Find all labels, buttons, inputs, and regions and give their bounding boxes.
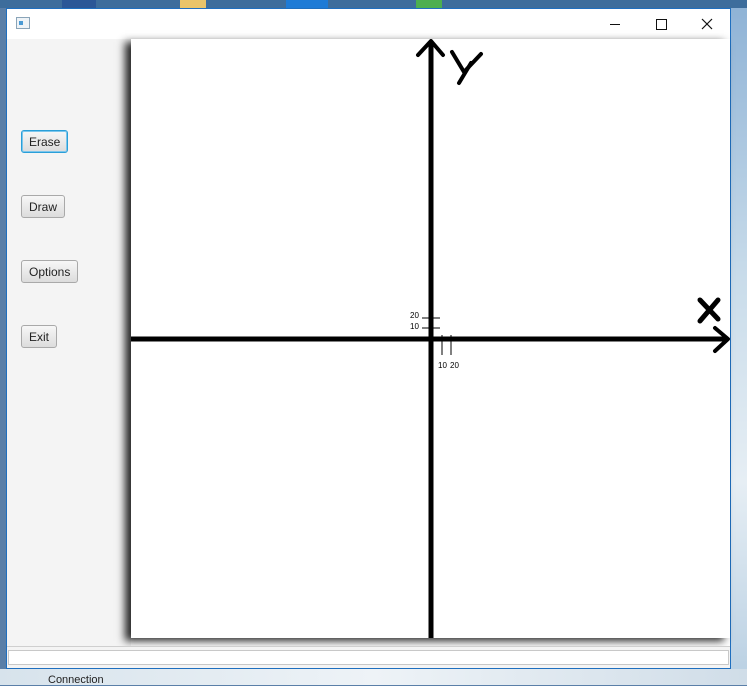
desktop-word-icon xyxy=(62,0,96,8)
maximize-icon xyxy=(655,18,667,30)
exit-button[interactable]: Exit xyxy=(21,325,58,348)
drawing-canvas[interactable]: X Y 10 20 10 20 xyxy=(131,39,730,638)
desktop-app2-icon xyxy=(416,0,442,8)
x-tick-label-20: 20 xyxy=(450,361,459,370)
desktop-background-bottom xyxy=(0,669,747,685)
sidebar: Erase Draw Options Exit xyxy=(7,39,131,646)
y-axis-letter xyxy=(450,50,483,85)
maximize-button[interactable] xyxy=(638,9,684,39)
desktop-background xyxy=(0,0,747,8)
minimize-button[interactable] xyxy=(592,9,638,39)
x-tick-label-10: 10 xyxy=(438,361,447,370)
app-icon[interactable] xyxy=(16,17,30,29)
graph-svg: X Y 10 20 10 20 xyxy=(131,39,730,638)
desktop-background-right xyxy=(731,8,747,685)
status-field[interactable] xyxy=(8,650,729,665)
app-window: Erase Draw Options Exit X Y 10 20 10 20 xyxy=(6,8,731,669)
close-button[interactable] xyxy=(684,9,730,39)
draw-button[interactable]: Draw xyxy=(21,195,66,218)
y-tick-label-20: 20 xyxy=(410,311,419,320)
desktop-folder-icon xyxy=(180,0,206,8)
close-icon xyxy=(701,18,713,30)
y-axis-label: Y xyxy=(131,39,132,40)
options-button[interactable]: Options xyxy=(21,260,79,283)
status-bar xyxy=(7,646,730,668)
erase-button[interactable]: Erase xyxy=(21,130,69,153)
title-bar[interactable] xyxy=(7,9,730,39)
y-tick-label-10: 10 xyxy=(410,322,419,331)
minimize-icon xyxy=(610,23,620,25)
x-axis-letter xyxy=(697,297,721,324)
desktop-label: Connection xyxy=(48,674,104,686)
x-axis-label: X xyxy=(131,39,132,40)
desktop-app-icon xyxy=(286,0,328,8)
